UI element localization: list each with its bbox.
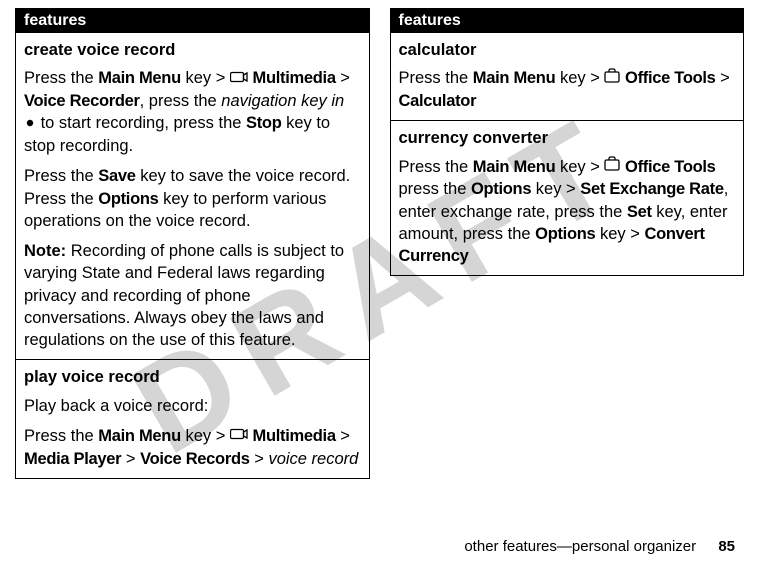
page-number: 85	[718, 538, 735, 555]
left-header: features	[16, 9, 369, 33]
text-run: Calculator	[399, 92, 477, 110]
text-run: Main Menu	[98, 69, 181, 87]
text-run: key >	[595, 225, 644, 243]
text-run: key >	[555, 158, 604, 176]
text-run: Press the	[24, 167, 98, 185]
feature-title: play voice record	[24, 366, 361, 388]
text-run: , press the	[140, 92, 222, 110]
text-run: >	[121, 450, 140, 468]
feature-title: currency converter	[399, 127, 736, 149]
multimedia-icon	[230, 425, 248, 447]
feature-paragraph: Press the Main Menu key > Office Tools >…	[399, 67, 736, 112]
feature-cell: calculator Press the Main Menu key > Offi…	[391, 33, 744, 121]
office-icon	[604, 68, 620, 90]
text-run: Multimedia	[253, 69, 336, 87]
feature-title: calculator	[399, 39, 736, 61]
left-column: features create voice record Press the Ma…	[15, 8, 370, 479]
office-icon	[604, 156, 620, 178]
left-cells: create voice record Press the Main Menu k…	[16, 33, 369, 479]
text-run: Media Player	[24, 450, 121, 468]
multimedia-icon	[230, 68, 248, 90]
dot-icon	[24, 113, 36, 135]
text-run: Set Exchange Rate	[580, 180, 723, 198]
text-run: >	[336, 427, 350, 445]
text-run: Note:	[24, 242, 66, 260]
text-run: Options	[98, 190, 158, 208]
text-run: Voice Recorder	[24, 92, 140, 110]
feature-paragraph: Note: Recording of phone calls is subjec…	[24, 240, 361, 351]
text-run: press the	[399, 180, 471, 198]
page-footer: other features—personal organizer 85	[464, 538, 735, 555]
feature-cell: currency converter Press the Main Menu ke…	[391, 121, 744, 276]
text-run: Main Menu	[98, 427, 181, 445]
text-run: Save	[98, 167, 135, 185]
text-run: navigation key in	[221, 92, 344, 110]
text-run: key >	[181, 427, 230, 445]
text-run: key >	[555, 69, 604, 87]
text-run: Main Menu	[473, 69, 556, 87]
feature-paragraph: Press the Main Menu key > Multimedia > V…	[24, 67, 361, 157]
text-run: key >	[181, 69, 230, 87]
text-run: key >	[531, 180, 580, 198]
text-run: Office Tools	[625, 158, 716, 176]
text-run: Recording of phone calls is subject to v…	[24, 242, 344, 349]
two-column-layout: features create voice record Press the Ma…	[15, 8, 744, 479]
text-run: Stop	[246, 114, 281, 132]
text-run: Options	[535, 225, 595, 243]
text-run: Office Tools	[625, 69, 716, 87]
text-run: to start recording, press the	[36, 114, 246, 132]
right-header: features	[391, 9, 744, 33]
feature-paragraph: Play back a voice record:	[24, 395, 361, 417]
text-run: >	[336, 69, 350, 87]
text-run: >	[250, 450, 269, 468]
text-run: Set	[627, 203, 652, 221]
text-run: >	[716, 69, 730, 87]
feature-cell: create voice record Press the Main Menu k…	[16, 33, 369, 360]
right-column: features calculator Press the Main Menu k…	[390, 8, 745, 276]
text-run: Options	[471, 180, 531, 198]
text-run: Press the	[24, 427, 98, 445]
feature-title: create voice record	[24, 39, 361, 61]
feature-paragraph: Press the Save key to save the voice rec…	[24, 165, 361, 232]
text-run: Play back a voice record:	[24, 397, 208, 415]
feature-cell: play voice record Play back a voice recor…	[16, 360, 369, 479]
text-run: Multimedia	[253, 427, 336, 445]
text-run: Main Menu	[473, 158, 556, 176]
feature-paragraph: Press the Main Menu key > Multimedia > M…	[24, 425, 361, 470]
right-cells: calculator Press the Main Menu key > Offi…	[391, 33, 744, 276]
feature-paragraph: Press the Main Menu key > Office Tools p…	[399, 156, 736, 268]
footer-text: other features—personal organizer	[464, 538, 696, 555]
text-run: Press the	[24, 69, 98, 87]
text-run: Voice Records	[140, 450, 250, 468]
text-run: voice record	[268, 450, 358, 468]
text-run: Press the	[399, 158, 473, 176]
text-run: Press the	[399, 69, 473, 87]
